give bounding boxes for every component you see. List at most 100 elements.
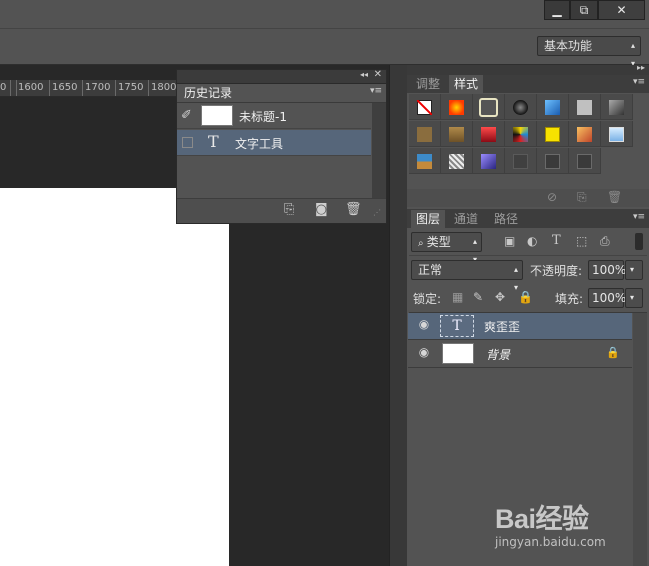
opacity-dropdown-button[interactable]: ▾: [625, 260, 643, 280]
style-swatch[interactable]: [441, 148, 473, 174]
chevron-down-icon: ▾: [630, 293, 635, 302]
style-swatch[interactable]: [409, 121, 441, 147]
lock-position-icon[interactable]: ✥: [495, 290, 505, 304]
style-swatch[interactable]: [473, 121, 505, 147]
tab-paths[interactable]: 路径: [489, 210, 523, 228]
history-footer: ⎘ ◙ 🗑 ⋰: [177, 198, 386, 223]
style-swatch[interactable]: [569, 94, 601, 120]
new-document-icon[interactable]: ⎘: [284, 202, 294, 217]
history-state-row[interactable]: T 文字工具: [177, 130, 371, 156]
history-scrollbar[interactable]: [372, 103, 386, 198]
style-swatch[interactable]: [537, 148, 569, 174]
minimize-button[interactable]: ▁: [544, 0, 570, 20]
snapshot-name: 未标题-1: [239, 110, 287, 124]
fill-value: 100%: [592, 291, 627, 305]
search-icon: ⌕: [418, 238, 427, 249]
trash-icon[interactable]: 🗑: [345, 202, 362, 217]
style-swatch[interactable]: [505, 148, 537, 174]
watermark-brand: Bai经验: [495, 504, 589, 534]
adjust-icon[interactable]: ◐: [527, 234, 537, 248]
layer-thumbnail: [442, 343, 474, 364]
style-swatch[interactable]: [569, 148, 601, 174]
restore-button[interactable]: ⧉: [570, 0, 598, 20]
title-bar: ▁ ⧉ ✕: [0, 0, 649, 28]
style-swatch[interactable]: [505, 121, 537, 147]
layer-filter-select[interactable]: ⌕ 类型 ▴▾: [411, 232, 482, 264]
ruler-tick-label: 1600: [18, 82, 44, 93]
type-tool-icon: T: [208, 132, 219, 151]
workspace-select[interactable]: 基本功能 ▴ ▾: [537, 36, 641, 68]
layer-filter-label: 类型: [426, 235, 451, 249]
panel-menu-icon[interactable]: ▾≡: [633, 212, 645, 222]
style-swatch[interactable]: [537, 94, 569, 120]
layer-row-background[interactable]: ◉ 背景 🔒: [408, 341, 632, 368]
tab-adjustments[interactable]: 调整: [411, 75, 445, 93]
layer-name: 背景: [486, 348, 511, 362]
style-swatch[interactable]: [537, 121, 569, 147]
filter-toggle-switch[interactable]: [635, 233, 643, 250]
style-swatch[interactable]: [473, 148, 505, 174]
type-icon[interactable]: T: [552, 233, 561, 248]
lock-pixels-icon[interactable]: ✎: [473, 290, 483, 304]
layer-name: 爽歪歪: [484, 320, 521, 334]
style-swatch[interactable]: [505, 94, 537, 120]
text-layer-thumbnail-icon: T: [440, 315, 474, 337]
history-source-checkbox[interactable]: [182, 137, 193, 148]
style-swatch[interactable]: [569, 121, 601, 147]
visibility-eye-icon[interactable]: ◉: [414, 317, 434, 331]
style-swatch[interactable]: [601, 121, 633, 147]
lock-label: 锁定:: [413, 292, 442, 306]
ruler-tick-label: 1800: [151, 82, 176, 93]
blend-mode-label: 正常: [418, 263, 443, 277]
right-panel-dock: ▸▸ 调整 样式 ▾≡ ⊘ ⎘ �: [407, 63, 649, 566]
fill-dropdown-button[interactable]: ▾: [625, 288, 643, 308]
tab-styles[interactable]: 样式: [449, 75, 484, 93]
clear-style-icon[interactable]: ⊘: [547, 190, 557, 204]
document-canvas[interactable]: [0, 188, 229, 566]
styles-footer: ⊘ ⎘ 🗑: [407, 189, 649, 207]
ruler-tick-label: 1700: [85, 82, 111, 93]
lock-all-icon[interactable]: 🔒: [518, 290, 533, 304]
panel-dock-divider[interactable]: [389, 65, 407, 566]
image-icon[interactable]: ▣: [504, 234, 515, 248]
style-swatch[interactable]: [441, 121, 473, 147]
new-style-icon[interactable]: ⎘: [577, 190, 587, 205]
opacity-input[interactable]: 100%: [588, 260, 627, 280]
expand-panels-icon[interactable]: ▸▸: [637, 63, 645, 72]
snapshot-camera-icon[interactable]: ◙: [315, 202, 328, 217]
snapshot-thumbnail: [201, 105, 233, 126]
tab-channels[interactable]: 通道: [449, 210, 483, 228]
panel-menu-icon[interactable]: ▾≡: [370, 86, 382, 96]
smart-object-icon[interactable]: ⎙: [600, 234, 610, 249]
style-swatch-none[interactable]: [409, 94, 441, 120]
dock-header[interactable]: ▸▸: [407, 63, 649, 75]
fill-input[interactable]: 100%: [588, 288, 627, 308]
resize-grip-icon[interactable]: ⋰: [373, 208, 381, 217]
ruler-tick-label: 1650: [52, 82, 78, 93]
visibility-eye-icon[interactable]: ◉: [414, 345, 434, 359]
style-swatch[interactable]: [601, 94, 633, 120]
history-panel-header[interactable]: ◂◂ ✕: [177, 69, 386, 84]
style-swatch[interactable]: [441, 94, 473, 120]
watermark-url: jingyan.baidu.com: [495, 535, 606, 549]
tab-history[interactable]: 历史记录: [179, 84, 238, 102]
shape-icon[interactable]: ⬚: [576, 234, 587, 248]
lock-transparency-icon[interactable]: ▦: [452, 290, 463, 304]
style-swatch-selected[interactable]: [473, 94, 505, 120]
blend-mode-select[interactable]: 正常 ▴ ▾: [411, 260, 523, 292]
panel-menu-icon[interactable]: ▾≡: [633, 77, 645, 87]
close-panel-icon[interactable]: ✕: [374, 69, 382, 80]
opacity-label: 不透明度:: [530, 264, 583, 278]
tab-layers[interactable]: 图层: [411, 210, 446, 228]
close-window-button[interactable]: ✕: [598, 0, 645, 20]
layer-row-text[interactable]: ◉ T 爽歪歪: [408, 313, 632, 340]
chevron-down-icon: ▾: [630, 265, 635, 274]
collapse-panel-icon[interactable]: ◂◂: [360, 70, 368, 79]
style-swatch[interactable]: [409, 148, 441, 174]
history-snapshot-row[interactable]: ✐ 未标题-1: [177, 103, 371, 129]
history-panel: ◂◂ ✕ 历史记录 ▾≡ ✐ 未标题-1 T 文字工具 ⎘ ◙ 🗑 ⋰: [176, 69, 387, 224]
opacity-value: 100%: [592, 263, 627, 277]
trash-icon[interactable]: 🗑: [607, 190, 622, 204]
lock-icon: 🔒: [606, 346, 620, 359]
ruler-tick-label: 0: [0, 82, 7, 93]
